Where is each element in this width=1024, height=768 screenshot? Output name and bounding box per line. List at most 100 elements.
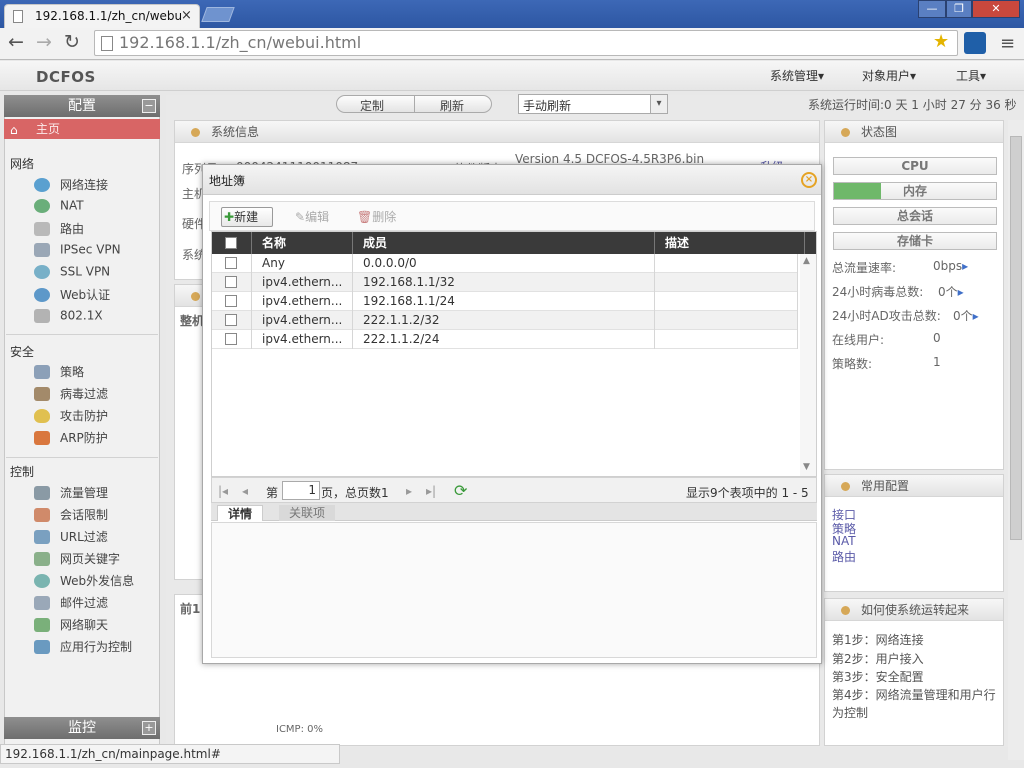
- close-icon[interactable]: ×: [801, 172, 817, 188]
- sidebar-section-network: 网络: [10, 157, 35, 171]
- menu-system-admin[interactable]: 系统管理▾: [770, 67, 824, 84]
- tab-details[interactable]: 详情: [217, 505, 264, 521]
- bar-label: 总会话: [896, 209, 933, 223]
- refresh-button[interactable]: 刷新: [440, 97, 464, 114]
- close-window-button[interactable]: ✕: [972, 0, 1020, 18]
- sidebar-item-network-connection[interactable]: 网络连接: [34, 176, 108, 194]
- browser-menu-icon[interactable]: ≡: [1000, 33, 1015, 54]
- panel-header: 系统信息: [175, 121, 819, 143]
- table-row[interactable]: ipv4.ethern... 192.168.1.1/24: [212, 292, 798, 311]
- column-name[interactable]: 名称: [252, 232, 353, 254]
- forward-icon[interactable]: →: [36, 31, 52, 53]
- memory-bar: 内存: [833, 182, 997, 200]
- new-button[interactable]: ✚新建: [221, 207, 273, 227]
- delete-button[interactable]: 🗑删除: [357, 208, 396, 228]
- sidebar-item-route[interactable]: 路由: [34, 220, 84, 238]
- refresh-mode-select[interactable]: 手动刷新: [518, 94, 668, 114]
- howto-step: 第2步：用户接入: [832, 652, 924, 666]
- sidebar-item-nat[interactable]: NAT: [34, 198, 84, 216]
- tab-related[interactable]: 关联项: [279, 505, 336, 521]
- sidebar-item-policy[interactable]: 策略: [34, 363, 84, 381]
- outbound-icon: [34, 573, 50, 588]
- home-icon: ⌂: [10, 123, 18, 137]
- address-bar[interactable]: 192.168.1.1/zh_cn/webui.html ★: [94, 30, 958, 56]
- first-page-icon[interactable]: |◂: [218, 484, 228, 498]
- sidebar-item-attack-defense[interactable]: 攻击防护: [34, 407, 108, 425]
- table-scrollbar[interactable]: ▲ ▼: [800, 254, 816, 476]
- browser-tab[interactable]: 192.168.1.1/zh_cn/webu ×: [4, 4, 200, 28]
- sidebar-item-url-filter[interactable]: URL过滤: [34, 528, 108, 546]
- sidebar-item-traffic-management[interactable]: 流量管理: [34, 484, 108, 502]
- bookmark-star-icon[interactable]: ★: [933, 31, 949, 52]
- menu-tools[interactable]: 工具▾: [956, 67, 986, 84]
- reload-icon[interactable]: ↻: [64, 31, 80, 53]
- table-row[interactable]: ipv4.ethern... 192.168.1.1/32: [212, 273, 798, 292]
- column-members[interactable]: 成员: [353, 232, 655, 254]
- select-all-checkbox[interactable]: [225, 237, 237, 249]
- ssl-icon: [34, 264, 50, 279]
- table-row[interactable]: ipv4.ethern... 222.1.1.2/24: [212, 330, 798, 349]
- link-nat[interactable]: NAT: [832, 534, 856, 548]
- column-description[interactable]: 描述: [655, 232, 805, 254]
- sidebar-item-web-outbound[interactable]: Web外发信息: [34, 572, 134, 590]
- table-row[interactable]: ipv4.ethern... 222.1.1.2/32: [212, 311, 798, 330]
- sidebar-item-session-limit[interactable]: 会话限制: [34, 506, 108, 524]
- bar-label: CPU: [901, 159, 929, 173]
- session-icon: [34, 507, 50, 522]
- restore-button[interactable]: ❐: [946, 0, 972, 18]
- sidebar-item-web-keyword[interactable]: 网页关键字: [34, 550, 120, 568]
- link-route[interactable]: 路由: [832, 548, 856, 565]
- button-label: 删除: [372, 210, 397, 224]
- sidebar-item-home[interactable]: ⌂ 主页: [4, 119, 160, 139]
- scroll-down-icon[interactable]: ▼: [803, 462, 810, 472]
- bar-label: 存储卡: [896, 234, 933, 248]
- back-icon[interactable]: ←: [8, 31, 24, 53]
- prev-page-icon[interactable]: ◂: [242, 484, 248, 498]
- refresh-icon[interactable]: ⟳: [454, 481, 467, 500]
- collapse-icon[interactable]: −: [142, 99, 156, 113]
- stat-attack-24h-value[interactable]: 0个▸: [953, 307, 979, 324]
- row-checkbox[interactable]: [225, 314, 237, 326]
- page-number-input[interactable]: 1: [282, 481, 320, 500]
- edit-button[interactable]: ✎编辑: [295, 208, 329, 228]
- howto-step: 为控制: [832, 706, 869, 720]
- row-checkbox[interactable]: [225, 295, 237, 307]
- divider: [414, 96, 415, 112]
- button-label: 编辑: [305, 210, 330, 224]
- minimize-button[interactable]: —: [918, 0, 946, 18]
- howto-step: 第4步：网络流量管理和用户行: [832, 688, 996, 702]
- scrollbar-thumb[interactable]: [1010, 136, 1022, 540]
- extension-icon[interactable]: [964, 32, 986, 54]
- cell-name: ipv4.ethern...: [252, 273, 353, 292]
- sidebar-item-mail-filter[interactable]: 邮件过滤: [34, 594, 108, 612]
- arp-icon: [34, 430, 50, 445]
- new-tab-button[interactable]: [201, 7, 235, 22]
- address-url[interactable]: 192.168.1.1/zh_cn/webui.html: [119, 33, 361, 52]
- sidebar-item-virus-filter[interactable]: 病毒过滤: [34, 385, 108, 403]
- sessions-bar: 总会话: [833, 207, 997, 225]
- menu-object-user[interactable]: 对象用户▾: [862, 67, 916, 84]
- sidebar-item-ipsec-vpn[interactable]: IPSec VPN: [34, 242, 121, 260]
- sidebar-item-web-auth[interactable]: Web认证: [34, 286, 110, 304]
- sidebar-item-arp-defense[interactable]: ARP防护: [34, 429, 108, 447]
- last-page-icon[interactable]: ▸|: [426, 484, 436, 498]
- next-page-icon[interactable]: ▸: [406, 484, 412, 498]
- sidebar-item-app-behavior[interactable]: 应用行为控制: [34, 638, 132, 656]
- customize-button[interactable]: 定制: [360, 97, 384, 114]
- stat-traffic-rate-value[interactable]: 0bps▸: [933, 259, 968, 273]
- table-row[interactable]: Any 0.0.0.0/0: [212, 254, 798, 273]
- page-scrollbar[interactable]: [1008, 120, 1024, 760]
- tab-close-icon[interactable]: ×: [181, 8, 192, 23]
- stat-virus-24h-value[interactable]: 0个▸: [938, 283, 964, 300]
- scroll-up-icon[interactable]: ▲: [803, 256, 810, 266]
- sidebar-monitor-header[interactable]: 监控: [4, 717, 160, 739]
- row-checkbox[interactable]: [225, 257, 237, 269]
- row-checkbox[interactable]: [225, 276, 237, 288]
- row-checkbox[interactable]: [225, 333, 237, 345]
- sidebar-item-8021x[interactable]: 802.1X: [34, 308, 103, 326]
- expand-icon[interactable]: +: [142, 721, 156, 735]
- row-select-cell: [212, 311, 252, 330]
- chevron-down-icon[interactable]: ▾: [650, 94, 668, 114]
- sidebar-item-ssl-vpn[interactable]: SSL VPN: [34, 264, 110, 282]
- sidebar-item-network-chat[interactable]: 网络聊天: [34, 616, 108, 634]
